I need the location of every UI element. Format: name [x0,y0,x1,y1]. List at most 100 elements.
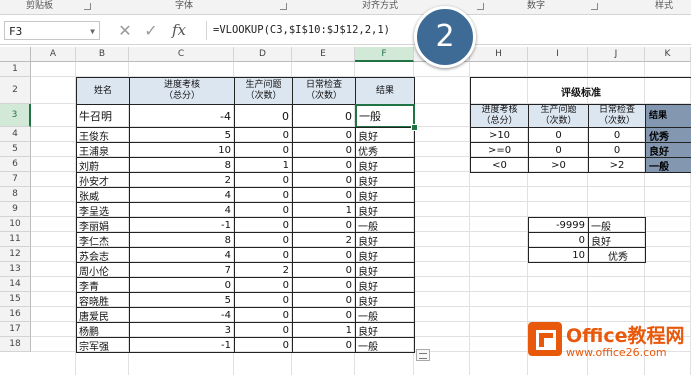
lookup-threshold-cell[interactable]: 0 [528,232,589,248]
name-cell[interactable]: 杨鹏 [76,322,130,338]
table-header-cell[interactable]: 生产问题 （次数） [234,77,293,105]
table-header-cell[interactable]: 日常检查 （次数） [292,77,356,105]
criteria-header-cell[interactable]: 结果 [645,104,691,128]
value-cell[interactable]: 0 [292,172,356,188]
value-cell[interactable]: 2 [292,232,356,248]
row-header-8[interactable]: 8 [0,187,31,202]
column-header-i[interactable]: I [528,47,588,62]
quick-analysis-icon[interactable] [416,349,430,361]
value-cell[interactable]: 3 [129,322,235,338]
value-cell[interactable]: 0 [234,307,293,323]
value-cell[interactable]: -1 [129,337,235,353]
value-cell[interactable]: 0 [234,232,293,248]
column-header-b[interactable]: B [76,47,129,62]
name-cell[interactable]: 周小伦 [76,262,130,278]
name-cell[interactable]: 张威 [76,187,130,203]
result-cell[interactable]: 一般 [355,217,415,233]
column-header-k[interactable]: K [645,47,691,62]
result-cell[interactable]: 良好 [355,202,415,218]
value-cell[interactable]: 0 [292,262,356,278]
name-cell[interactable]: 牛召明 [76,104,130,128]
criteria-value-cell[interactable]: 0 [528,127,589,143]
row-header-2[interactable]: 2 [0,77,31,104]
value-cell[interactable]: -1 [129,217,235,233]
value-cell[interactable]: 0 [234,172,293,188]
value-cell[interactable]: 0 [234,247,293,263]
criteria-title[interactable]: 评级标准 [470,77,691,105]
value-cell[interactable]: 1 [234,157,293,173]
name-cell[interactable]: 唐爱民 [76,307,130,323]
row-header-12[interactable]: 12 [0,247,31,262]
value-cell[interactable]: 0 [234,187,293,203]
ribbon-group-clipboard[interactable]: 剪贴板 [26,0,53,12]
number-launcher-icon[interactable] [591,3,598,10]
column-header-e[interactable]: E [292,47,355,62]
value-cell[interactable]: 0 [234,104,293,128]
value-cell[interactable]: 8 [129,232,235,248]
value-cell[interactable]: 0 [292,157,356,173]
value-cell[interactable]: 0 [292,292,356,308]
value-cell[interactable]: 0 [292,104,356,128]
name-cell[interactable]: 苏会志 [76,247,130,263]
row-header-11[interactable]: 11 [0,232,31,247]
ribbon-group-number[interactable]: 数字 [527,0,545,12]
name-cell[interactable]: 刘蔚 [76,157,130,173]
value-cell[interactable]: -4 [129,307,235,323]
criteria-header-cell[interactable]: 生产问题 （次数） [528,104,589,128]
value-cell[interactable]: 0 [292,127,356,143]
lookup-threshold-cell[interactable]: -9999 [528,217,589,233]
table-header-cell[interactable]: 姓名 [76,77,130,105]
alignment-launcher-icon[interactable] [477,3,484,10]
value-cell[interactable]: 10 [129,142,235,158]
result-cell[interactable]: 良好 [355,157,415,173]
value-cell[interactable]: 0 [234,322,293,338]
value-cell[interactable]: 0 [292,187,356,203]
value-cell[interactable]: -4 [129,104,235,128]
row-header-14[interactable]: 14 [0,277,31,292]
name-cell[interactable]: 李青 [76,277,130,293]
font-launcher-icon[interactable] [280,3,287,10]
name-cell[interactable]: 王浦泉 [76,142,130,158]
name-cell[interactable]: 王俊东 [76,127,130,143]
insert-function-icon[interactable]: fx [172,21,186,40]
name-cell[interactable]: 李丽娟 [76,217,130,233]
result-cell[interactable]: 良好 [355,247,415,263]
ribbon-group-styles[interactable]: 样式 [655,0,673,12]
row-header-1[interactable]: 1 [0,62,31,77]
criteria-result-cell[interactable]: 一般 [645,157,691,173]
result-cell[interactable]: 一般 [355,307,415,323]
value-cell[interactable]: 4 [129,202,235,218]
fill-handle[interactable] [411,124,418,131]
value-cell[interactable]: 4 [129,187,235,203]
chevron-down-icon[interactable]: ▼ [90,22,95,41]
result-cell[interactable]: 优秀 [355,142,415,158]
clipboard-launcher-icon[interactable] [84,3,91,10]
result-cell[interactable]: 良好 [355,322,415,338]
value-cell[interactable]: 0 [292,217,356,233]
result-cell[interactable]: 良好 [355,232,415,248]
table-header-cell[interactable]: 进度考核 （总分） [129,77,235,105]
column-header-c[interactable]: C [129,47,234,62]
row-header-5[interactable]: 5 [0,142,31,157]
column-header-h[interactable]: H [470,47,528,62]
lookup-threshold-cell[interactable]: 10 [528,247,589,263]
criteria-header-cell[interactable]: 进度考核 （总分） [470,104,529,128]
criteria-value-cell[interactable]: 0 [528,142,589,158]
row-header-4[interactable]: 4 [0,127,31,142]
result-cell[interactable]: 良好 [355,127,415,143]
result-cell[interactable]: 良好 [355,292,415,308]
value-cell[interactable]: 8 [129,157,235,173]
row-header-16[interactable]: 16 [0,307,31,322]
value-cell[interactable]: 4 [129,247,235,263]
table-header-cell[interactable]: 结果 [355,77,415,105]
row-header-7[interactable]: 7 [0,172,31,187]
row-header-13[interactable]: 13 [0,262,31,277]
lookup-result-cell[interactable]: 优秀 [588,247,646,263]
value-cell[interactable]: 0 [234,277,293,293]
row-header-10[interactable]: 10 [0,217,31,232]
enter-icon[interactable]: ✓ [142,21,160,40]
value-cell[interactable]: 2 [234,262,293,278]
criteria-value-cell[interactable]: 0 [588,127,646,143]
select-all-corner[interactable] [0,47,31,62]
value-cell[interactable]: 0 [292,337,356,353]
